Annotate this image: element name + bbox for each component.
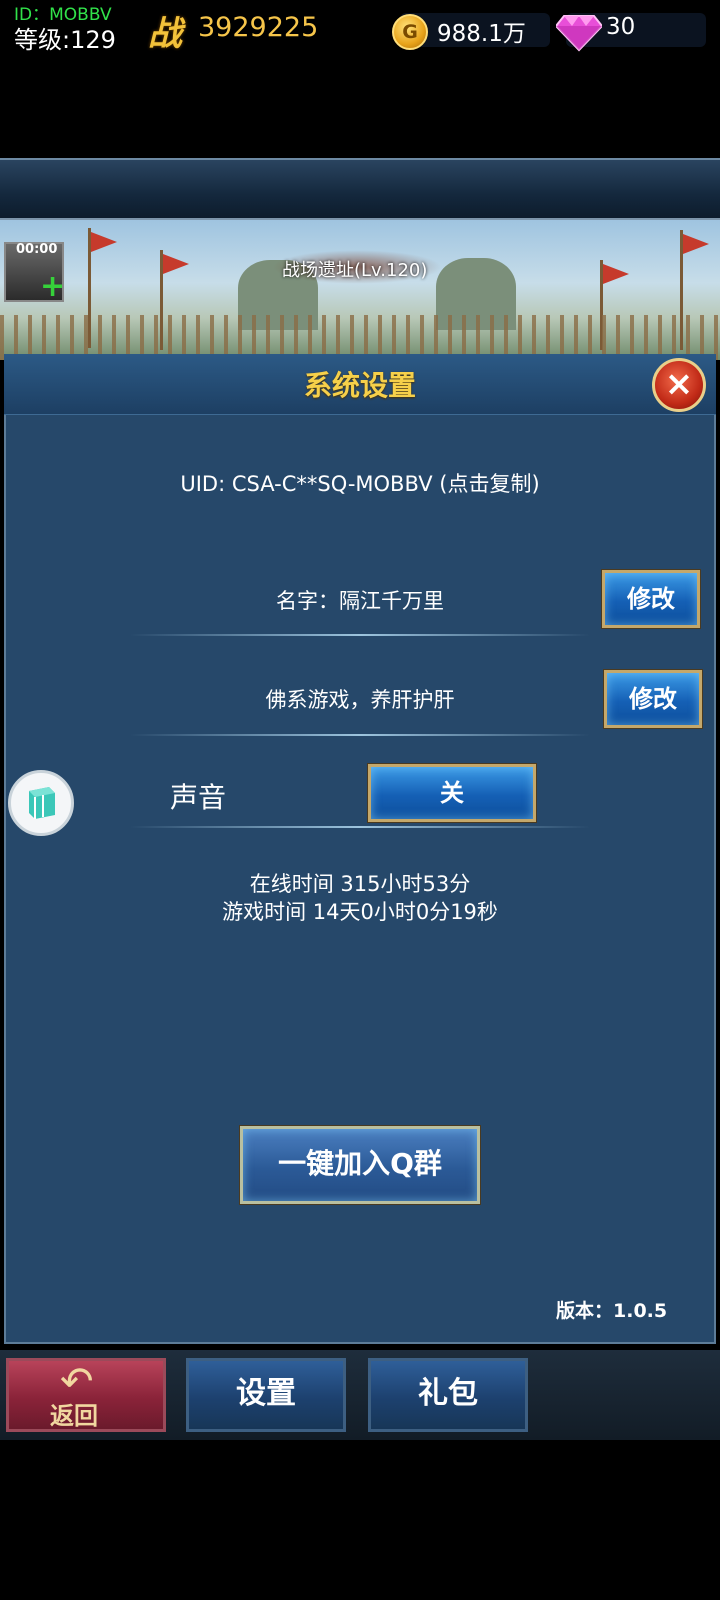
red-flag-icon [683,234,709,254]
tab-settings[interactable]: 设置 [186,1358,346,1432]
divider [130,634,590,636]
motto-text: 佛系游戏，养肝护肝 [265,688,455,712]
plus-icon[interactable]: + [40,272,65,302]
divider [130,734,590,736]
game-time-text: 游戏时间 14天0小时0分19秒 [222,900,498,924]
battle-power-value: 3929225 [198,12,319,43]
sound-toggle-button[interactable]: 关 [367,763,537,823]
red-flag-icon [91,232,117,252]
stage-title: 战场遗址(Lv.120) [282,260,428,281]
close-button[interactable]: × [652,358,706,412]
edit-name-button[interactable]: 修改 [601,569,701,629]
skill-timer: 00:00 [16,242,58,257]
red-flag-icon [163,254,189,274]
close-icon: × [664,364,694,404]
top-status-bar [0,158,720,220]
player-name-text: 名字：隔江千万里 [276,589,444,613]
sound-label: 声音 [170,781,227,814]
gem-amount: 30 [606,14,636,40]
tab-gift[interactable]: 礼包 [368,1358,528,1432]
red-flag-icon [603,264,629,284]
join-qq-group-button[interactable]: 一键加入Q群 [239,1125,481,1205]
gold-coin-icon: G [392,14,428,50]
dialog-title: 系统设置 [303,369,416,402]
online-time-text: 在线时间 315小时53分 [249,872,471,896]
back-label: 返回 [50,1402,98,1430]
cube-icon [29,787,55,819]
uid-copy-text[interactable]: UID: CSA-C**SQ-MOBBV (点击复制) [0,468,720,498]
player-level: 等级:129 [14,26,116,54]
gold-amount: 988.1万 [437,21,526,47]
diamond-icon [556,15,602,52]
battlefield-banner [0,220,720,360]
floating-assistant-button[interactable] [8,770,74,836]
version-text: 版本：1.0.5 [556,1300,668,1322]
divider [130,826,590,828]
battle-power-icon: 战 [148,14,182,54]
edit-motto-button[interactable]: 修改 [603,669,703,729]
